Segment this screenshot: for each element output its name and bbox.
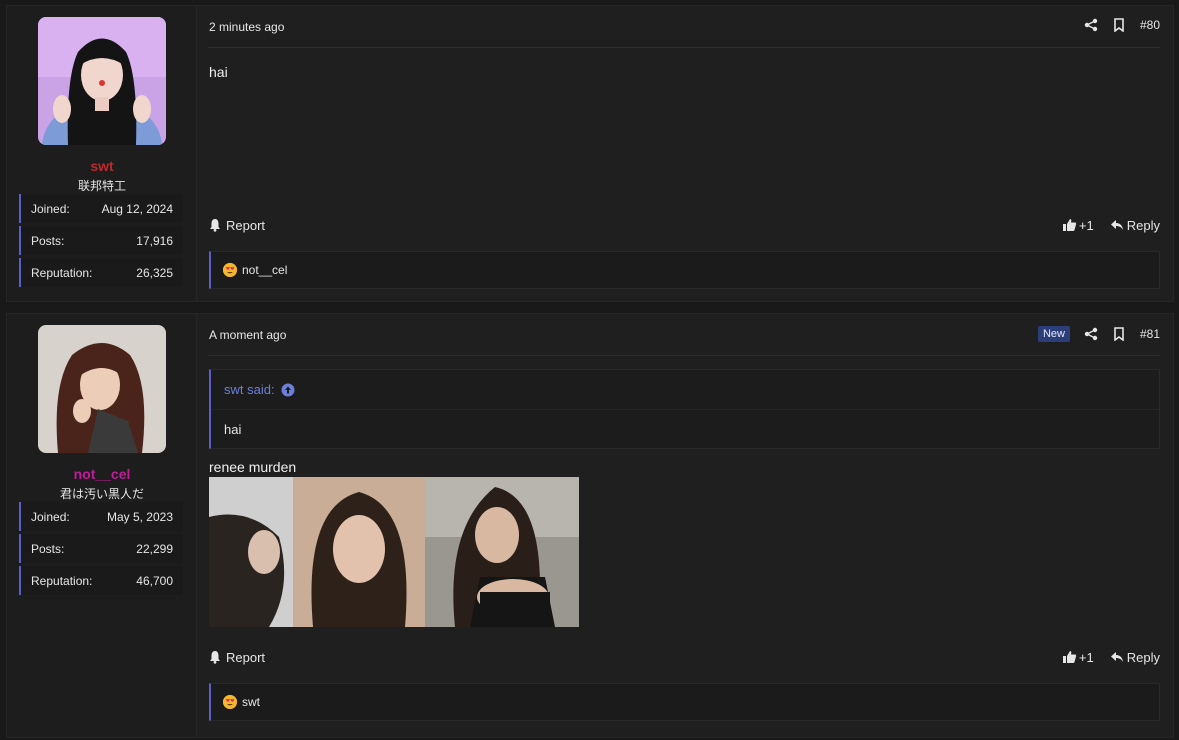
bell-icon [208, 650, 222, 664]
bookmark-icon[interactable] [1112, 327, 1126, 342]
stat-label: Posts: [31, 541, 65, 556]
like-count: +1 [1078, 217, 1094, 233]
user-panel: not__cel 君は汚い黒人だ Joined: May 5, 2023 Pos… [7, 314, 197, 737]
report-label: Report [226, 217, 266, 233]
thumbs-up-icon [1062, 218, 1077, 232]
quote-author[interactable]: swt said: [224, 382, 275, 397]
user-title: 君は汚い黒人だ [59, 487, 144, 501]
header-actions: New #81 [1037, 326, 1160, 342]
heart-eyes-emoji-icon [223, 263, 237, 277]
post-body: hai [209, 64, 228, 80]
header-actions: #80 [1084, 18, 1160, 33]
post-time[interactable]: A moment ago [209, 328, 286, 342]
username[interactable]: swt [7, 158, 197, 174]
heart-eyes-emoji-icon [223, 695, 237, 709]
reply-icon [1110, 218, 1124, 232]
message-header: A moment ago New #81 [208, 314, 1160, 356]
stat-reputation: Reputation: 46,700 [19, 566, 183, 595]
stat-posts: Posts: 22,299 [19, 534, 183, 563]
gallery-image[interactable] [209, 477, 293, 627]
like-button[interactable]: +1 [1062, 218, 1094, 233]
message-header: 2 minutes ago #80 [208, 6, 1160, 48]
stat-label: Joined: [31, 201, 70, 216]
share-icon[interactable] [1084, 327, 1098, 341]
new-badge: New [1037, 326, 1070, 342]
stat-joined: Joined: Aug 12, 2024 [19, 194, 183, 223]
arrow-up-circle-icon[interactable] [281, 383, 295, 397]
post-time[interactable]: 2 minutes ago [209, 20, 284, 34]
quote-header[interactable]: swt said: [211, 370, 1159, 410]
bell-icon [208, 218, 222, 232]
quote-block: swt said: hai [209, 369, 1160, 449]
reply-icon [1110, 650, 1124, 664]
user-title: 联邦特工 [77, 179, 126, 193]
stat-label: Reputation: [31, 573, 93, 588]
report-label: Report [226, 649, 266, 665]
stat-value: 22,299 [136, 541, 173, 556]
quote-text: hai [224, 421, 242, 437]
post-81: not__cel 君は汚い黒人だ Joined: May 5, 2023 Pos… [6, 313, 1174, 738]
thumbs-up-icon [1062, 650, 1077, 664]
like-count: +1 [1078, 649, 1094, 665]
post-body: renee murden [209, 459, 297, 475]
post-footer: Report +1 Reply [208, 215, 1160, 235]
footer-actions: +1 Reply [1062, 650, 1160, 665]
gallery-image[interactable] [425, 477, 579, 627]
stat-value: May 5, 2023 [106, 509, 173, 524]
avatar[interactable] [38, 17, 166, 145]
message-column: A moment ago New #81 swt said: hai renee… [208, 314, 1160, 737]
reply-button[interactable]: Reply [1110, 218, 1160, 233]
reply-button[interactable]: Reply [1110, 650, 1160, 665]
image-gallery[interactable] [209, 477, 579, 627]
footer-actions: +1 Reply [1062, 218, 1160, 233]
gallery-image[interactable] [293, 477, 425, 627]
stat-value: Aug 12, 2024 [101, 201, 173, 216]
message-column: 2 minutes ago #80 hai Report +1 Reply no… [208, 6, 1160, 301]
post-number[interactable]: #80 [1140, 18, 1160, 32]
stat-posts: Posts: 17,916 [19, 226, 183, 255]
stat-label: Joined: [31, 509, 70, 524]
stat-reputation: Reputation: 26,325 [19, 258, 183, 287]
reactions-bar[interactable]: swt [209, 683, 1160, 721]
like-button[interactable]: +1 [1062, 650, 1094, 665]
post-80: swt 联邦特工 Joined: Aug 12, 2024 Posts: 17,… [6, 5, 1174, 302]
reply-label: Reply [1126, 217, 1160, 233]
post-number[interactable]: #81 [1140, 327, 1160, 341]
reaction-users[interactable]: not__cel [242, 263, 287, 277]
reactions-bar[interactable]: not__cel [209, 251, 1160, 289]
bookmark-icon[interactable] [1112, 18, 1126, 33]
report-button[interactable]: Report [208, 650, 265, 665]
avatar[interactable] [38, 325, 166, 453]
reply-label: Reply [1126, 649, 1160, 665]
stat-joined: Joined: May 5, 2023 [19, 502, 183, 531]
reaction-users[interactable]: swt [242, 695, 260, 709]
stat-label: Posts: [31, 233, 65, 248]
stat-value: 17,916 [136, 233, 173, 248]
username[interactable]: not__cel [7, 466, 197, 482]
stat-label: Reputation: [31, 265, 93, 280]
stat-value: 26,325 [136, 265, 173, 280]
share-icon[interactable] [1084, 18, 1098, 32]
user-panel: swt 联邦特工 Joined: Aug 12, 2024 Posts: 17,… [7, 6, 197, 301]
post-footer: Report +1 Reply [208, 647, 1160, 667]
stat-value: 46,700 [136, 573, 173, 588]
report-button[interactable]: Report [208, 218, 265, 233]
